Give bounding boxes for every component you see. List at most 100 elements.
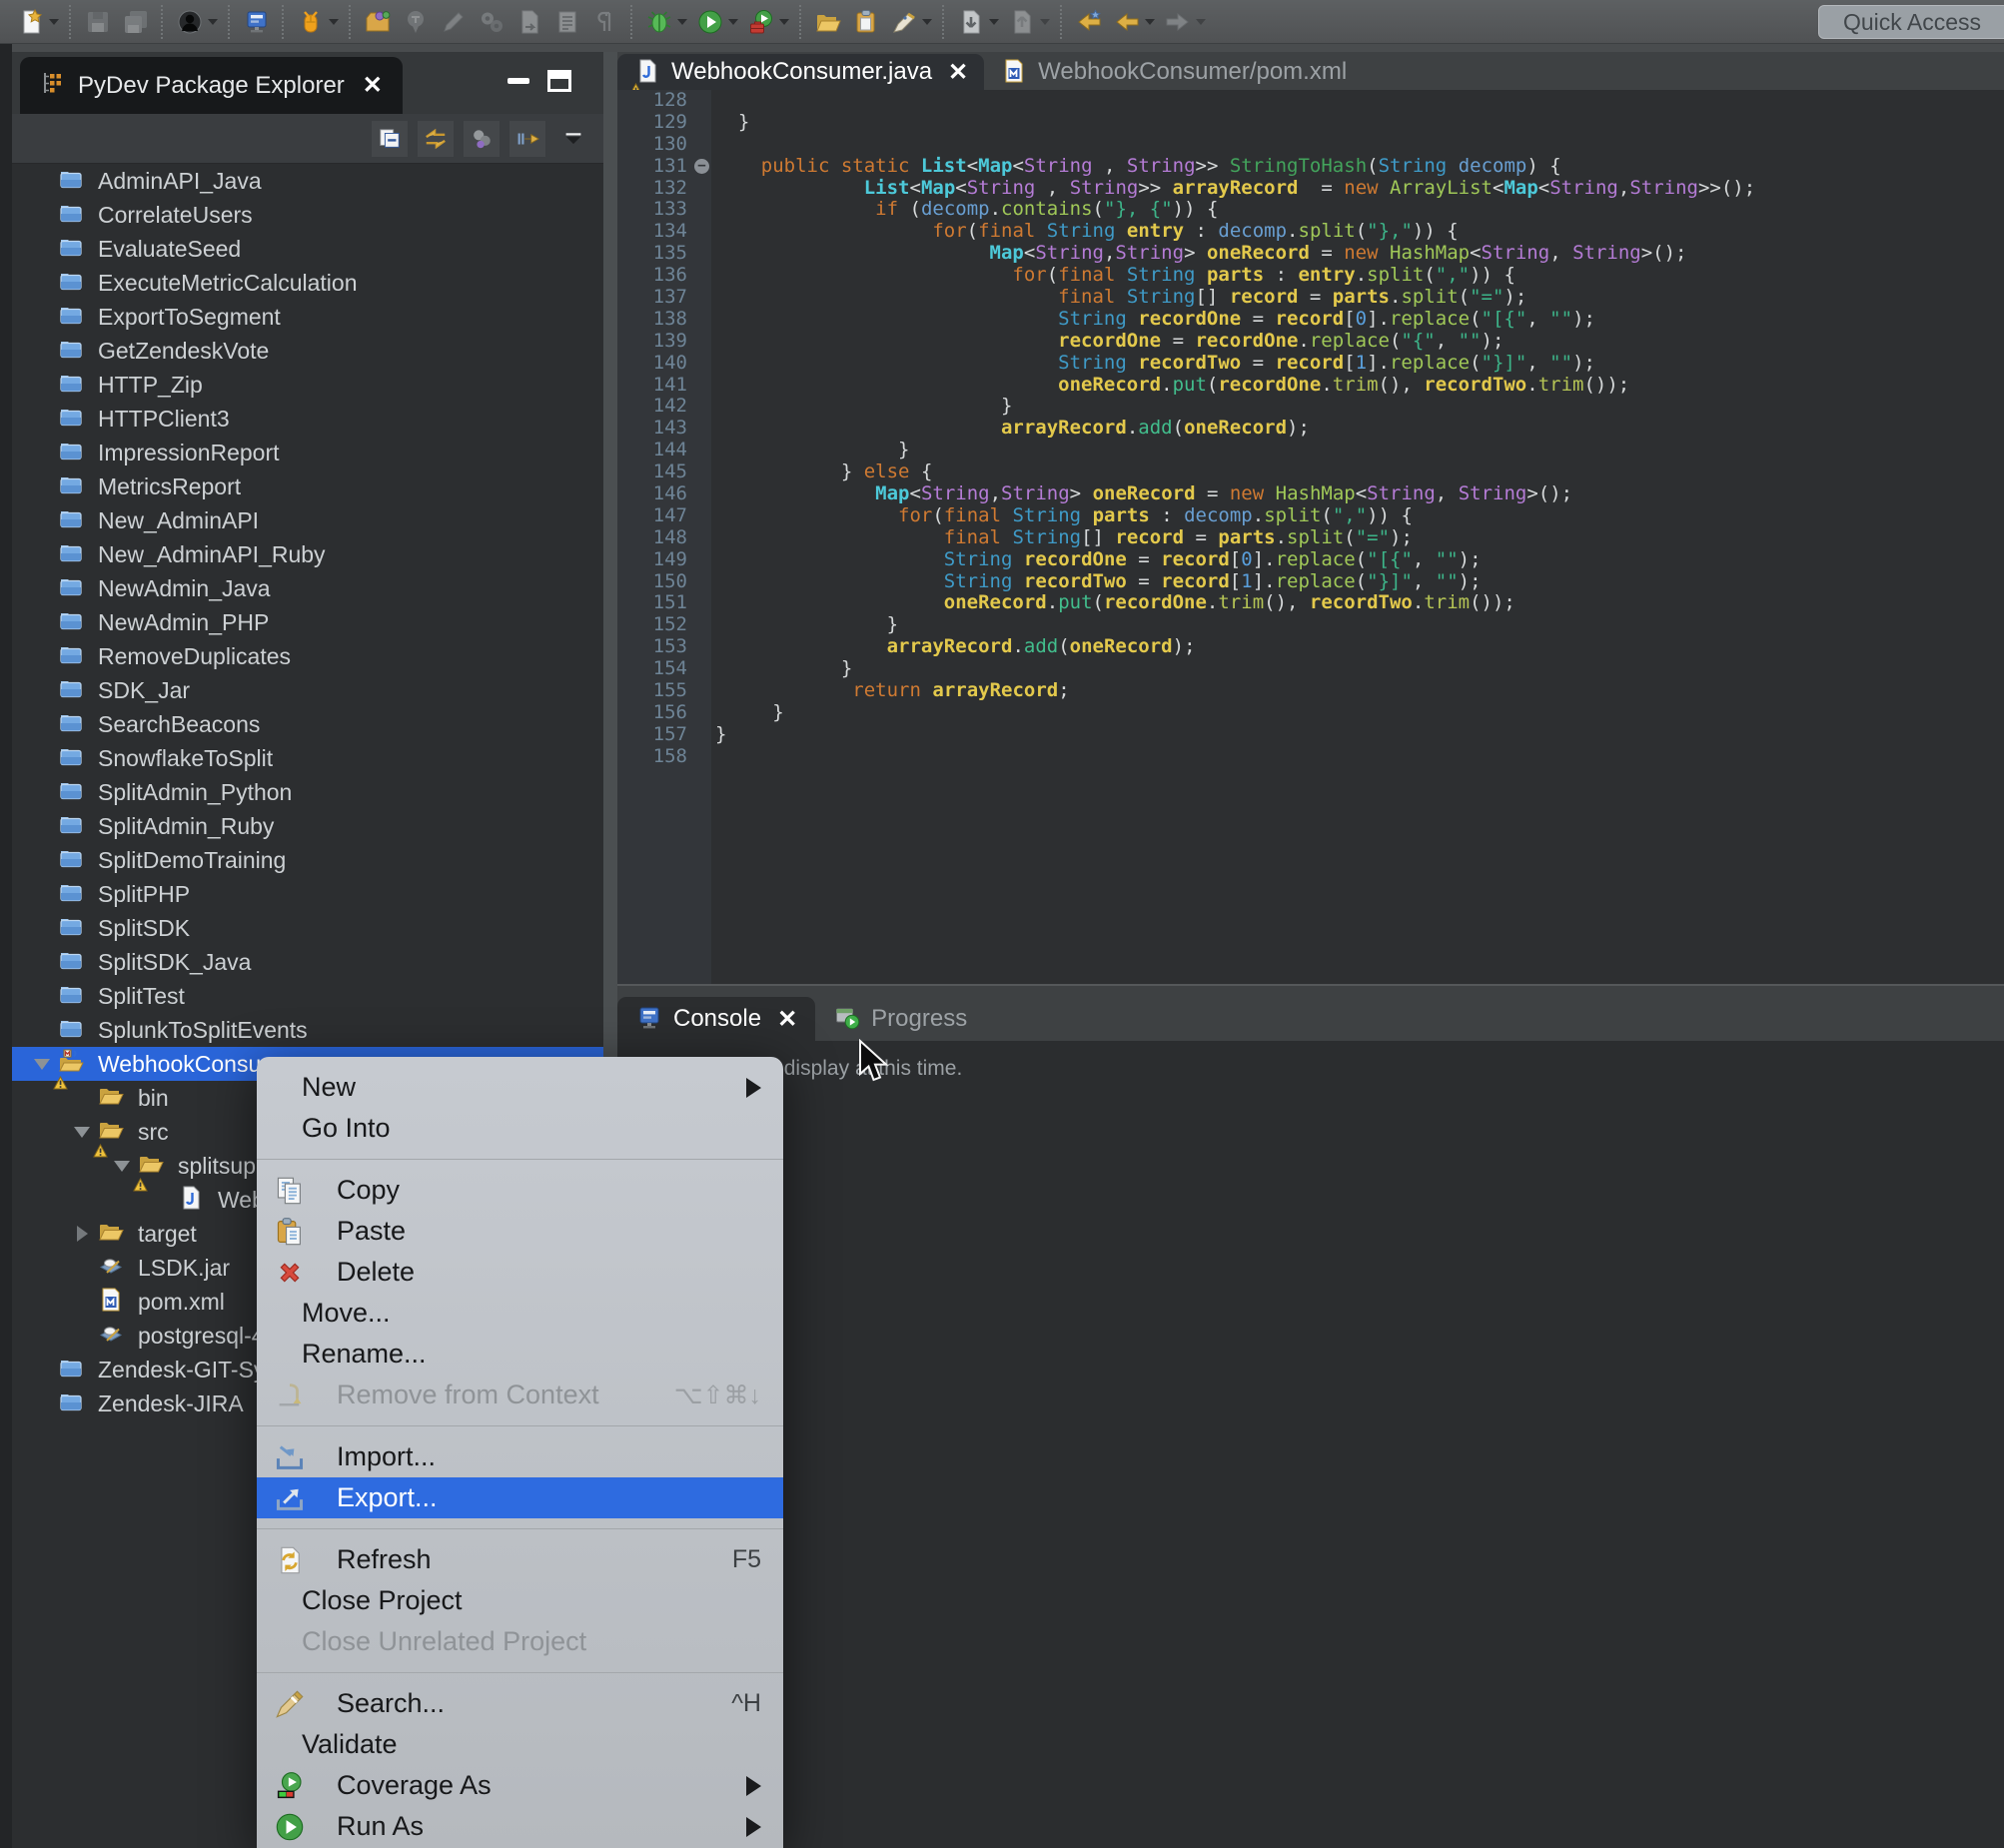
tree-item-splitphp[interactable]: SplitPHP	[12, 877, 603, 911]
run-icon	[275, 1811, 309, 1843]
pilcrow-gray-icon	[590, 7, 620, 37]
debug-button[interactable]	[742, 5, 793, 39]
maximize-view-icon[interactable]	[547, 70, 571, 92]
link-with-editor-icon[interactable]	[418, 121, 454, 157]
dropdown-caret-icon[interactable]	[208, 19, 218, 25]
run-button[interactable]	[691, 5, 742, 39]
menu-item-search[interactable]: Search...^H	[257, 1683, 783, 1724]
chevron-expanded-icon[interactable]	[26, 1059, 58, 1070]
open-artifact-button[interactable]	[359, 5, 397, 39]
tree-item-label: MetricsReport	[98, 473, 241, 500]
tree-item-snowflaketosplit[interactable]: SnowflakeToSplit	[12, 741, 603, 775]
quick-access-box[interactable]: Quick Access	[1818, 5, 2004, 39]
marker-button[interactable]	[885, 5, 936, 39]
tree-item-splitadmin-ruby[interactable]: SplitAdmin_Ruby	[12, 809, 603, 843]
menu-item-delete[interactable]: Delete	[257, 1252, 783, 1293]
dropdown-caret-icon[interactable]	[922, 19, 932, 25]
tree-item-http-zip[interactable]: HTTP_Zip	[12, 368, 603, 402]
dropdown-caret-icon[interactable]	[1040, 19, 1050, 25]
new-wizard-button[interactable]	[12, 5, 63, 39]
close-tab-icon[interactable]: ✕	[948, 58, 968, 87]
editor-tab-webhookconsumer-pom-xml[interactable]: WebhookConsumer/pom.xml	[984, 54, 1363, 90]
code-line: 134 for(final String entry : decomp.spli…	[617, 221, 2004, 243]
package-explorer-tab[interactable]: PyDev Package Explorer ✕	[20, 57, 403, 114]
menu-item-refresh[interactable]: RefreshF5	[257, 1539, 783, 1580]
tree-item-exporttosegment[interactable]: ExportToSegment	[12, 300, 603, 334]
remote-console-button[interactable]	[238, 5, 276, 39]
focus-task-icon[interactable]	[509, 121, 545, 157]
back-button[interactable]	[1108, 5, 1159, 39]
dropdown-caret-icon[interactable]	[49, 19, 59, 25]
collapse-all-icon[interactable]	[372, 121, 408, 157]
menu-item-close-project[interactable]: Close Project	[257, 1580, 783, 1621]
tree-item-label: SDK_Jar	[98, 677, 190, 704]
tree-item-getzendeskvote[interactable]: GetZendeskVote	[12, 334, 603, 368]
fold-collapse-icon[interactable]: −	[694, 159, 709, 174]
menu-item-copy[interactable]: Copy	[257, 1170, 783, 1211]
dropdown-caret-icon[interactable]	[728, 19, 738, 25]
chevron-collapsed-icon[interactable]	[66, 1226, 98, 1242]
tree-item-label: ImpressionReport	[98, 440, 280, 466]
console-tab-console[interactable]: Console✕	[617, 997, 815, 1041]
dropdown-caret-icon[interactable]	[779, 19, 789, 25]
tree-item-httpclient3[interactable]: HTTPClient3	[12, 402, 603, 436]
menu-item-export[interactable]: Export...	[257, 1477, 783, 1518]
tree-item-newadmin-php[interactable]: NewAdmin_PHP	[12, 605, 603, 639]
tree-item-metricsreport[interactable]: MetricsReport	[12, 469, 603, 503]
dropdown-caret-icon[interactable]	[1145, 19, 1155, 25]
code-text: }	[715, 702, 2004, 724]
tree-item-new-adminapi-ruby[interactable]: New_AdminAPI_Ruby	[12, 537, 603, 571]
editor-tab-webhookconsumer-java[interactable]: WebhookConsumer.java✕	[617, 54, 984, 90]
dropdown-caret-icon[interactable]	[329, 19, 339, 25]
dropdown-caret-icon[interactable]	[989, 19, 999, 25]
dropdown-caret-icon[interactable]	[677, 19, 687, 25]
code-area[interactable]: 128129 }130131− public static List<Map<S…	[617, 90, 2004, 984]
open-folder-button[interactable]	[809, 5, 847, 39]
close-tab-icon[interactable]: ✕	[777, 1005, 797, 1034]
split-tool-button[interactable]	[292, 5, 343, 39]
last-edit-button[interactable]	[1070, 5, 1108, 39]
tree-item-impressionreport[interactable]: ImpressionReport	[12, 436, 603, 469]
tree-item-new-adminapi[interactable]: New_AdminAPI	[12, 503, 603, 537]
code-line: 155 return arrayRecord;	[617, 680, 2004, 702]
tree-item-newadmin-java[interactable]: NewAdmin_Java	[12, 571, 603, 605]
tree-item-splitsdk-java[interactable]: SplitSDK_Java	[12, 945, 603, 979]
menu-item-rename[interactable]: Rename...	[257, 1334, 783, 1375]
menu-item-go-into[interactable]: Go Into	[257, 1108, 783, 1149]
code-text: final String[] record = parts.split("=")…	[715, 527, 2004, 549]
tree-item-splitadmin-python[interactable]: SplitAdmin_Python	[12, 775, 603, 809]
dropdown-caret-icon[interactable]	[1196, 19, 1206, 25]
filters-icon[interactable]	[464, 121, 500, 157]
coverage-button[interactable]	[640, 5, 691, 39]
tree-item-searchbeacons[interactable]: SearchBeacons	[12, 707, 603, 741]
menu-item-paste[interactable]: Paste	[257, 1211, 783, 1252]
chevron-expanded-icon[interactable]	[106, 1161, 138, 1172]
menu-item-import[interactable]: Import...	[257, 1436, 783, 1477]
close-view-icon[interactable]: ✕	[363, 71, 383, 100]
tree-item-splitdemotraining[interactable]: SplitDemoTraining	[12, 843, 603, 877]
minimize-view-icon[interactable]	[507, 78, 529, 84]
console-tab-progress[interactable]: Progress	[815, 997, 985, 1041]
tree-item-splitsdk[interactable]: SplitSDK	[12, 911, 603, 945]
clipboard-button[interactable]	[847, 5, 885, 39]
code-text: String recordTwo = record[1].replace("}]…	[715, 353, 2004, 375]
project-folder-icon	[58, 1355, 88, 1385]
tree-item-sdk-jar[interactable]: SDK_Jar	[12, 673, 603, 707]
menu-item-coverage-as[interactable]: Coverage As	[257, 1765, 783, 1806]
user-profile-button[interactable]	[171, 5, 222, 39]
tree-item-splittest[interactable]: SplitTest	[12, 979, 603, 1013]
menu-item-move[interactable]: Move...	[257, 1293, 783, 1334]
menu-item-run-as[interactable]: Run As	[257, 1806, 783, 1847]
view-menu-icon[interactable]	[555, 121, 591, 157]
tree-item-splunktosplitevents[interactable]: SplunkToSplitEvents	[12, 1013, 603, 1047]
menu-item-validate[interactable]: Validate	[257, 1724, 783, 1765]
tree-item-evaluateseed[interactable]: EvaluateSeed	[12, 232, 603, 266]
chevron-expanded-icon[interactable]	[66, 1127, 98, 1138]
tree-item-adminapi-java[interactable]: AdminAPI_Java	[12, 164, 603, 198]
fold-marker-icon[interactable]: −	[693, 156, 715, 178]
tree-item-executemetriccalculation[interactable]: ExecuteMetricCalculation	[12, 266, 603, 300]
tree-item-correlateusers[interactable]: CorrelateUsers	[12, 198, 603, 232]
menu-item-new[interactable]: New	[257, 1067, 783, 1108]
tree-item-removeduplicates[interactable]: RemoveDuplicates	[12, 639, 603, 673]
next-annotation-button[interactable]	[952, 5, 1003, 39]
